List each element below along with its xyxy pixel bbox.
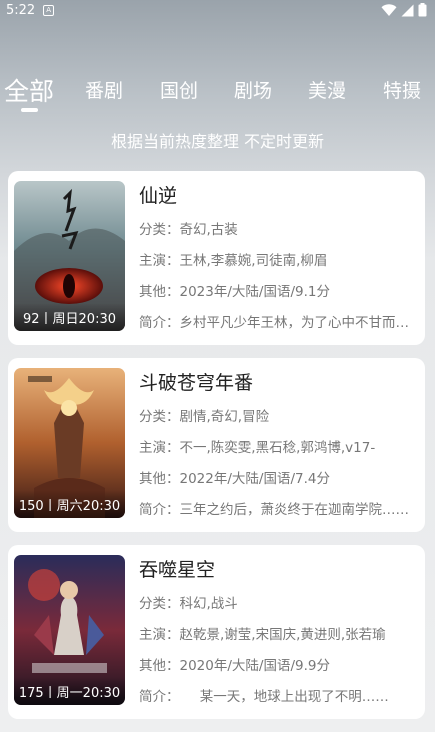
status-time: 5:22 [6, 2, 36, 18]
status-right [381, 3, 427, 17]
episode-schedule-badge: 150丨周六20:30 [14, 490, 125, 518]
notification-icon: A [43, 4, 55, 16]
episode-schedule-badge: 92丨周日20:30 [14, 303, 125, 331]
item-info: 斗破苍穹年番 分类：剧情,奇幻,冒险 主演：不一,陈奕雯,黑石稔,郭鸿博,v17… [139, 368, 413, 526]
item-cast: 主演：王林,李慕婉,司徒南,柳眉 [139, 253, 328, 269]
item-other: 其他：2022年/大陆/国语/7.4分 [139, 471, 330, 487]
tab-tokusatsu[interactable]: 特摄 [383, 76, 421, 103]
tab-anime[interactable]: 番剧 [85, 76, 123, 103]
wifi-icon [381, 3, 397, 16]
episode-schedule-badge: 175丨周一20:30 [14, 677, 125, 705]
battery-icon [418, 3, 427, 17]
item-genre: 分类：奇幻,古装 [139, 222, 238, 238]
item-intro: 简介：乡村平凡少年王林，为了心中不甘而踏上修仙之路…… [139, 315, 413, 331]
item-cast: 主演：不一,陈奕雯,黑石稔,郭鸿博,v17- [139, 440, 376, 456]
poster-image: 92丨周日20:30 [14, 181, 125, 331]
item-genre: 分类：剧情,奇幻,冒险 [139, 409, 270, 425]
item-intro: 简介：三年之约后，萧炎终于在迦南学院…… [139, 502, 409, 518]
item-other: 其他：2020年/大陆/国语/9.9分 [139, 658, 330, 674]
tab-theater[interactable]: 剧场 [234, 76, 272, 103]
item-title: 仙逆 [139, 185, 178, 207]
item-cast: 主演：赵乾景,谢莹,宋国庆,黄进则,张若瑜 [139, 627, 386, 643]
status-bar: 5:22 A [0, 0, 435, 20]
item-intro: 简介： 某一天，地球上出现了不明…… [139, 689, 389, 705]
category-tabs: 全部 番剧 国创 剧场 美漫 特摄 [0, 70, 435, 110]
item-genre: 分类：科幻,战斗 [139, 596, 238, 612]
item-info: 仙逆 分类：奇幻,古装 主演：王林,李慕婉,司徒南,柳眉 其他：2023年/大陆… [139, 181, 413, 339]
poster-image: 175丨周一20:30 [14, 555, 125, 705]
list-item[interactable]: 92丨周日20:30 仙逆 分类：奇幻,古装 主演：王林,李慕婉,司徒南,柳眉 … [8, 171, 425, 345]
tab-guochuang[interactable]: 国创 [160, 76, 198, 103]
poster-image: 150丨周六20:30 [14, 368, 125, 518]
item-title: 吞噬星空 [139, 559, 216, 581]
tab-us-comics[interactable]: 美漫 [308, 76, 346, 103]
list-item[interactable]: 175丨周一20:30 吞噬星空 分类：科幻,战斗 主演：赵乾景,谢莹,宋国庆,… [8, 545, 425, 719]
tab-all[interactable]: 全部 [4, 72, 54, 108]
status-left: 5:22 A [6, 2, 55, 18]
item-title: 斗破苍穹年番 [139, 372, 254, 394]
item-info: 吞噬星空 分类：科幻,战斗 主演：赵乾景,谢莹,宋国庆,黄进则,张若瑜 其他：2… [139, 555, 413, 713]
list-subtitle: 根据当前热度整理 不定时更新 [110, 132, 325, 151]
signal-icon [401, 4, 414, 16]
list-item[interactable]: 150丨周六20:30 斗破苍穹年番 分类：剧情,奇幻,冒险 主演：不一,陈奕雯… [8, 358, 425, 532]
active-tab-indicator [21, 108, 38, 112]
item-other: 其他：2023年/大陆/国语/9.1分 [139, 284, 330, 300]
